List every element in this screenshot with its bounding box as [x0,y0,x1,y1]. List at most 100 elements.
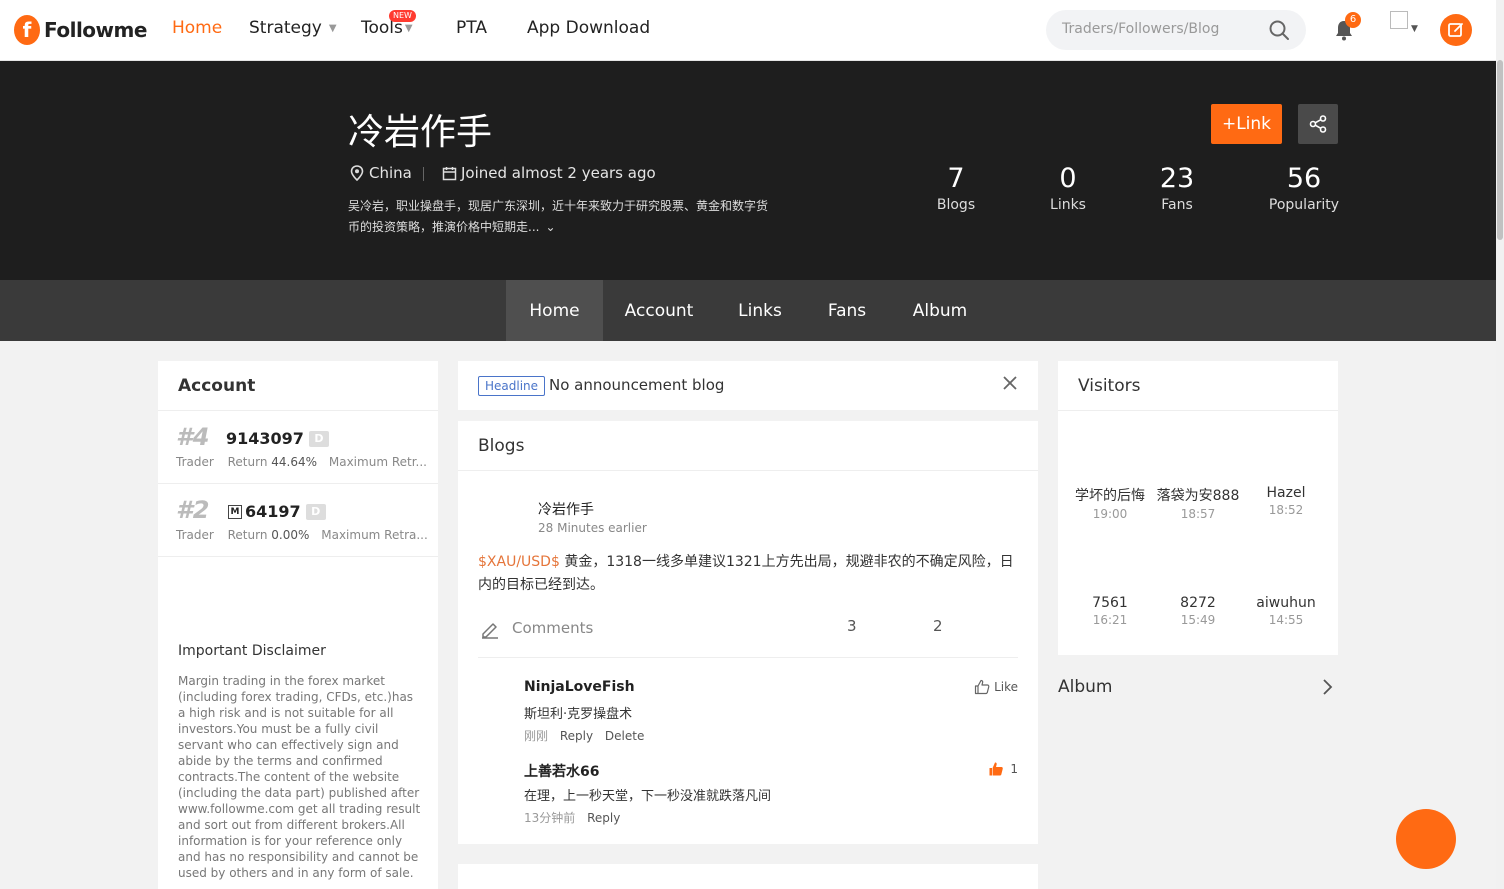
search-icon[interactable] [1268,19,1290,41]
profile-bio[interactable]: 吴冷岩，职业操盘手，现居广东深圳，近十年来致力于研究股票、黄金和数字货币的投资策… [348,196,778,238]
joined-text: Joined almost 2 years ago [461,164,656,182]
like-button[interactable]: 1 [988,761,1018,777]
stat-blogs[interactable]: 7 Blogs [926,162,986,214]
top-navbar: f Followme Home Strategy ▼ Tools ▼ NEW P… [0,0,1496,61]
nav-pta[interactable]: PTA [456,18,487,38]
post-count[interactable]: 2 [933,617,943,635]
comment-author[interactable]: NinjaLoveFish [524,679,635,695]
chevron-down-icon: ▼ [328,22,337,34]
search-input[interactable]: Traders/Followers/Blog [1046,10,1306,50]
nav-strategy-label: Strategy [249,18,322,38]
scrollbar-thumb[interactable] [1497,60,1503,240]
nav-tools[interactable]: Tools ▼ NEW [361,10,416,38]
post-time: 28 Minutes earlier [538,521,647,535]
comment-edit-icon[interactable] [480,619,500,639]
visitor-item[interactable]: 落袋为安888 18:57 [1154,485,1242,521]
search-placeholder: Traders/Followers/Blog [1062,21,1220,37]
stat-fans[interactable]: 23 Fans [1147,162,1207,214]
visitors-card-title: Visitors [1058,361,1338,411]
comment-author[interactable]: 上善若水66 [524,761,599,781]
visitor-item[interactable]: Hazel 18:52 [1242,485,1330,517]
nav-home-label: Home [172,18,223,38]
stat-links[interactable]: 0 Links [1038,162,1098,214]
profile-tabs: Home Account Links Fans Album [0,280,1496,341]
visitor-item[interactable]: 8272 15:49 [1154,595,1242,627]
logo-text: Followme [44,18,147,42]
visitor-time: 18:52 [1268,503,1304,517]
post-actions: Comments 3 2 [478,617,1018,639]
account-row[interactable]: #4 9143097 D Trader Return 44.64% Maximu… [158,411,438,484]
comments-button[interactable]: Comments [512,619,593,637]
post-body[interactable]: $XAU/USD$ 黄金，1318一线多单建议1321上方先出局，规避非农的不确… [478,551,1018,597]
max-retracement-label: Maximum Retra... [321,528,428,542]
visitor-item[interactable]: aiwuhun 14:55 [1242,595,1330,627]
nav-app-download[interactable]: App Download [527,18,650,38]
link-button[interactable]: +Link [1211,104,1282,144]
stat-blogs-label: Blogs [936,197,976,213]
visitor-item[interactable]: 学坏的后悔 19:00 [1066,485,1154,521]
visitors-card: Visitors 学坏的后悔 19:00 落袋为安888 18:57 Hazel… [1058,361,1338,655]
comment-time: 刚刚 [524,729,549,743]
visitor-name: 8272 [1180,595,1216,611]
visitor-name: 学坏的后悔 [1075,488,1145,504]
tab-fans[interactable]: Fans [815,280,879,341]
chevron-right-icon[interactable] [1320,678,1334,696]
followme-logo[interactable]: f Followme [14,14,147,46]
post-count[interactable]: 3 [847,617,857,635]
visitor-time: 15:49 [1180,613,1216,627]
demo-badge: D [305,503,326,520]
blogs-card-title: Blogs [458,421,1038,471]
edit-icon [1448,23,1463,37]
compose-icon[interactable] [1440,14,1472,46]
chevron-down-icon: ▼ [404,22,413,34]
tab-home[interactable]: Home [506,280,603,341]
tab-album[interactable]: Album [900,280,980,341]
stat-links-value: 0 [1059,163,1077,194]
like-button[interactable]: Like [974,679,1018,695]
account-card-title: Account [158,361,438,411]
close-icon[interactable] [1002,375,1018,391]
stat-fans-value: 23 [1159,163,1195,194]
tab-account[interactable]: Account [614,280,704,341]
chevron-down-icon[interactable]: ▼ [1411,24,1418,34]
post-symbol-tag[interactable]: $XAU/USD$ [478,554,560,570]
visitor-item[interactable]: 7561 16:21 [1066,595,1154,627]
stat-blogs-value: 7 [947,163,965,194]
visitor-time: 18:57 [1180,507,1216,521]
divider [478,657,1018,658]
stat-popularity-label: Popularity [1268,197,1340,213]
nav-home[interactable]: Home [172,18,222,38]
share-button[interactable] [1298,104,1338,144]
bio-text: 吴冷岩，职业操盘手，现居广东深圳，近十年来致力于研究股票、黄金和数字货币的投资策… [348,199,769,234]
calendar-icon [442,166,457,180]
reply-button[interactable]: Reply [587,811,620,825]
album-title[interactable]: Album [1058,677,1112,697]
max-retracement-label: Maximum Retr... [328,455,427,469]
stat-popularity-value: 56 [1286,163,1322,194]
visitor-name: aiwuhun [1256,595,1316,611]
visitor-time: 19:00 [1092,507,1128,521]
nav-app-download-label: App Download [527,18,651,38]
return-value: 0.00% [271,528,310,542]
user-avatar[interactable] [1390,11,1408,29]
visitor-time: 14:55 [1268,613,1304,627]
return-label: Return [227,528,268,542]
like-label: Like [994,680,1018,694]
reply-button[interactable]: Reply [560,729,593,743]
floating-action-button[interactable] [1396,809,1456,869]
profile-joined: Joined almost 2 years ago [442,164,656,182]
return-value: 44.64% [271,455,318,469]
account-row[interactable]: #2 M 64197 D Trader Return 0.00% Maximum… [158,484,438,557]
stat-popularity[interactable]: 56 Popularity [1264,162,1344,214]
visitor-name: 落袋为安888 [1156,488,1240,504]
profile-name: 冷岩作手 [348,112,493,153]
thumbs-up-icon [974,679,990,695]
delete-button[interactable]: Delete [605,729,644,743]
account-details: Trader Return 0.00% Maximum Retra... [176,528,428,542]
chevron-down-icon[interactable]: ⌄ [545,220,555,234]
disclaimer-text: Margin trading in the forex market (incl… [178,674,421,880]
nav-strategy[interactable]: Strategy ▼ [249,18,337,38]
tab-links[interactable]: Links [725,280,795,341]
post-author[interactable]: 冷岩作手 [538,499,594,519]
comment-meta: 13分钟前 Reply [524,809,620,826]
